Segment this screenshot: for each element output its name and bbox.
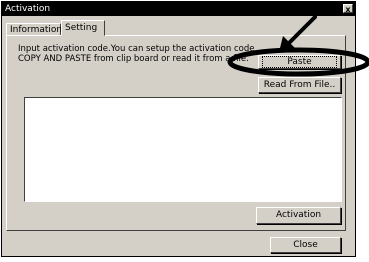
annotation-overlay — [227, 15, 369, 77]
arrow-icon — [279, 15, 317, 52]
highlight-ellipse — [227, 47, 369, 77]
tab-setting[interactable]: Setting — [61, 20, 105, 36]
